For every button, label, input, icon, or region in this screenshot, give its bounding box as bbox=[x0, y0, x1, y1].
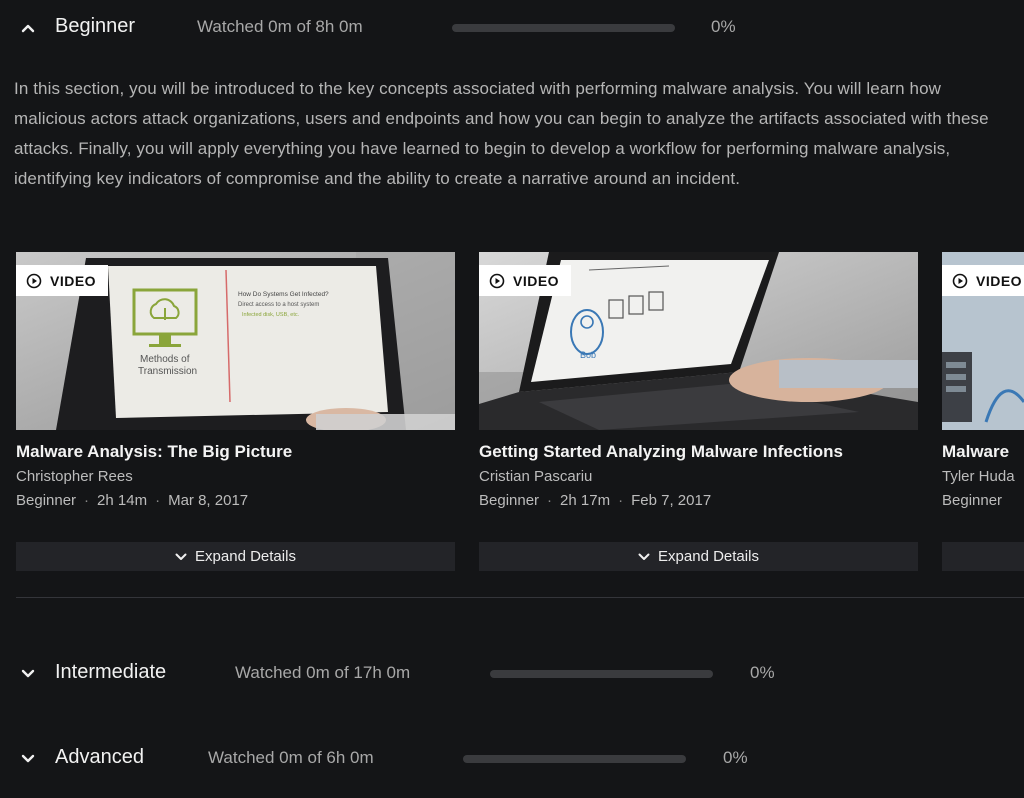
chevron-down-icon[interactable] bbox=[20, 666, 36, 682]
course-title[interactable]: Malware bbox=[942, 442, 1024, 462]
chevron-down-icon bbox=[175, 553, 187, 560]
chevron-down-icon[interactable] bbox=[20, 751, 36, 767]
course-author[interactable]: Tyler Huda bbox=[942, 468, 1015, 485]
chevron-up-icon[interactable] bbox=[20, 20, 36, 36]
section-progress-bar bbox=[452, 24, 675, 32]
meta-separator: · bbox=[547, 492, 553, 509]
chevron-down-icon bbox=[638, 553, 650, 560]
course-author[interactable]: Christopher Rees bbox=[16, 468, 133, 485]
expand-details-button[interactable]: Expand Details bbox=[479, 542, 918, 571]
expand-details-button[interactable]: Expand Details bbox=[16, 542, 455, 571]
section-title[interactable]: Advanced bbox=[55, 746, 144, 769]
course-title[interactable]: Malware Analysis: The Big Picture bbox=[16, 442, 476, 462]
thumb-caption: Bob bbox=[580, 350, 596, 360]
course-card[interactable]: VIDEO Malware Tyler Huda Beginner bbox=[942, 252, 1024, 571]
play-circle-icon bbox=[952, 273, 968, 288]
section-progress-bar bbox=[490, 670, 713, 678]
section-progress-bar bbox=[463, 755, 686, 763]
meta-separator: · bbox=[155, 492, 161, 509]
course-card-clip: VIDEO Malware Tyler Huda Beginner bbox=[942, 252, 1024, 572]
course-duration: 2h 14m bbox=[97, 492, 148, 509]
section-header-beginner[interactable]: Beginner Watched 0m of 8h 0m 0% bbox=[0, 8, 1024, 48]
course-thumbnail[interactable]: Methods of Transmission How Do Systems G… bbox=[16, 252, 455, 430]
video-badge-label: VIDEO bbox=[976, 272, 1023, 289]
course-author[interactable]: Cristian Pascariu bbox=[479, 468, 592, 485]
section-title[interactable]: Beginner bbox=[55, 15, 135, 38]
course-card[interactable]: Bob VIDEO Getting Started Analyzing Malw… bbox=[479, 252, 918, 571]
section-watched-text: Watched 0m of 8h 0m bbox=[197, 17, 363, 36]
course-content-page: Beginner Watched 0m of 8h 0m 0% In this … bbox=[0, 0, 1024, 798]
course-duration: 2h 17m bbox=[560, 492, 611, 509]
section-percent: 0% bbox=[711, 17, 736, 36]
thumb-bullet-2: Infected disk, USB, etc. bbox=[242, 312, 300, 318]
section-header-advanced[interactable]: Advanced Watched 0m of 6h 0m 0% bbox=[0, 739, 1024, 779]
thumb-bullet-1: Direct access to a host system bbox=[238, 302, 319, 308]
expand-details-label: Expand Details bbox=[658, 548, 759, 565]
video-badge-label: VIDEO bbox=[50, 272, 97, 289]
course-meta: Beginner · 2h 14m · Mar 8, 2017 bbox=[16, 492, 248, 509]
course-card[interactable]: Methods of Transmission How Do Systems G… bbox=[16, 252, 455, 571]
video-badge-label: VIDEO bbox=[513, 272, 560, 289]
video-badge: VIDEO bbox=[942, 265, 1024, 296]
course-thumbnail[interactable]: Bob VIDEO bbox=[479, 252, 918, 430]
course-date: Feb 7, 2017 bbox=[631, 492, 712, 509]
thumb-caption-2: Transmission bbox=[138, 366, 197, 377]
expand-details-button[interactable] bbox=[942, 542, 1024, 571]
course-level: Beginner bbox=[942, 492, 1003, 509]
thumb-caption-1: Methods of bbox=[140, 354, 190, 365]
course-title[interactable]: Getting Started Analyzing Malware Infect… bbox=[479, 442, 939, 462]
thumb-heading: How Do Systems Get Infected? bbox=[238, 291, 329, 298]
course-level: Beginner bbox=[479, 492, 540, 509]
course-thumbnail[interactable]: VIDEO bbox=[942, 252, 1024, 430]
section-watched-text: Watched 0m of 17h 0m bbox=[235, 663, 411, 682]
section-header-intermediate[interactable]: Intermediate Watched 0m of 17h 0m 0% bbox=[0, 654, 1024, 694]
section-percent: 0% bbox=[750, 663, 775, 682]
play-circle-icon bbox=[489, 273, 505, 288]
meta-separator: · bbox=[84, 492, 90, 509]
course-meta: Beginner bbox=[942, 492, 1002, 509]
section-divider bbox=[16, 597, 1024, 598]
course-level: Beginner bbox=[16, 492, 77, 509]
meta-separator: · bbox=[618, 492, 624, 509]
video-badge: VIDEO bbox=[479, 265, 572, 296]
video-badge: VIDEO bbox=[16, 265, 109, 296]
section-watched-text: Watched 0m of 6h 0m bbox=[208, 748, 374, 767]
section-title[interactable]: Intermediate bbox=[55, 661, 166, 684]
section-description: In this section, you will be introduced … bbox=[14, 79, 989, 188]
course-date: Mar 8, 2017 bbox=[168, 492, 249, 509]
play-circle-icon bbox=[26, 273, 42, 288]
section-percent: 0% bbox=[723, 748, 748, 767]
expand-details-label: Expand Details bbox=[195, 548, 296, 565]
course-meta: Beginner · 2h 17m · Feb 7, 2017 bbox=[479, 492, 711, 509]
